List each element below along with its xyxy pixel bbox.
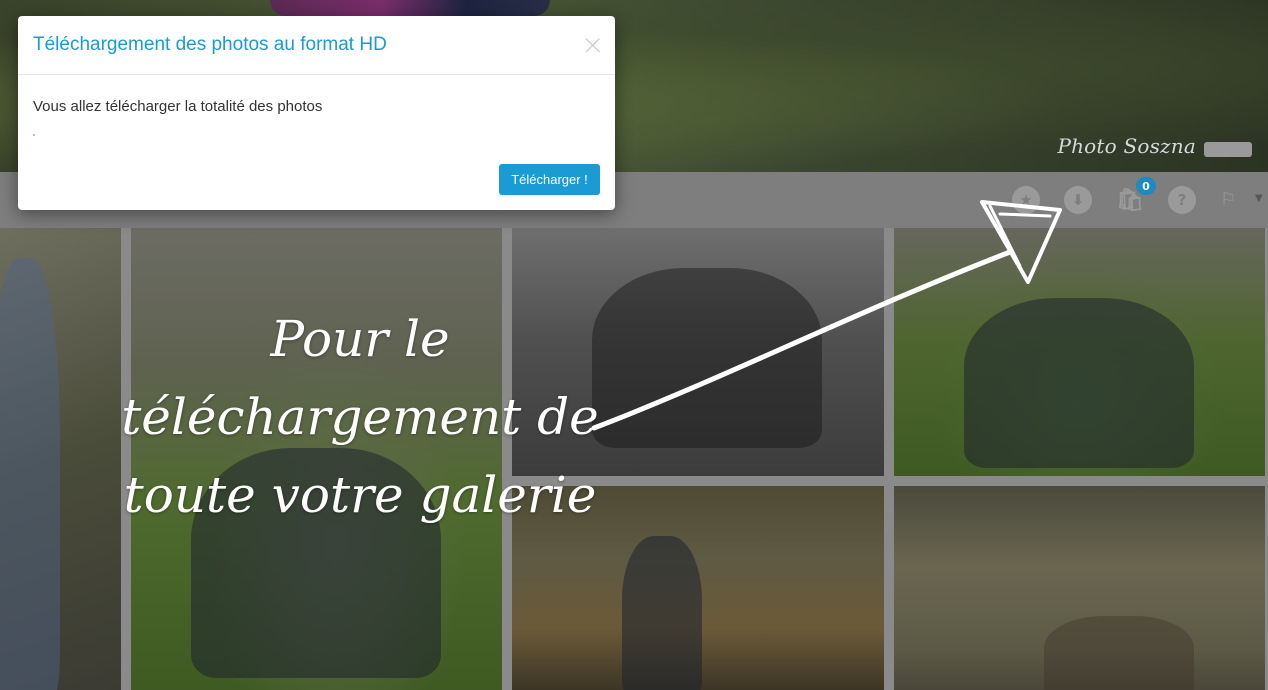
gallery-photo-4[interactable] [894, 228, 1265, 476]
help-icon: ? [1177, 191, 1187, 209]
download-hd-modal: Téléchargement des photos au format HD ×… [18, 16, 615, 210]
modal-divider [33, 134, 35, 136]
gallery-photo-6[interactable] [894, 486, 1265, 690]
cart-count-badge: 0 [1136, 177, 1156, 195]
promo-line-2: toute votre galerie [123, 466, 597, 524]
modal-header: Téléchargement des photos au format HD × [18, 16, 615, 75]
language-badge[interactable] [1204, 142, 1252, 157]
download-promo-text: Pour le téléchargement de toute votre ga… [100, 300, 620, 534]
download-all-button[interactable]: Télécharger ! [499, 164, 600, 195]
modal-title: Téléchargement des photos au format HD [33, 34, 387, 55]
modal-message: Vous allez télécharger la totalité des p… [33, 98, 323, 115]
help-button[interactable]: ? [1168, 186, 1196, 214]
download-icon: ⬇ [1071, 191, 1085, 209]
close-icon[interactable]: × [581, 30, 604, 60]
cover-photo-subject [270, 0, 550, 16]
star-icon: ★ [1019, 191, 1033, 209]
download-button[interactable]: ⬇ [1064, 186, 1092, 214]
promo-line-1: Pour le téléchargement de [121, 310, 599, 446]
flag-icon[interactable]: ⚐ [1220, 189, 1236, 210]
brand-signature: Photo Soszna [1057, 134, 1196, 158]
favorite-button[interactable]: ★ [1012, 186, 1040, 214]
chevron-down-icon[interactable]: ▼ [1255, 193, 1263, 204]
